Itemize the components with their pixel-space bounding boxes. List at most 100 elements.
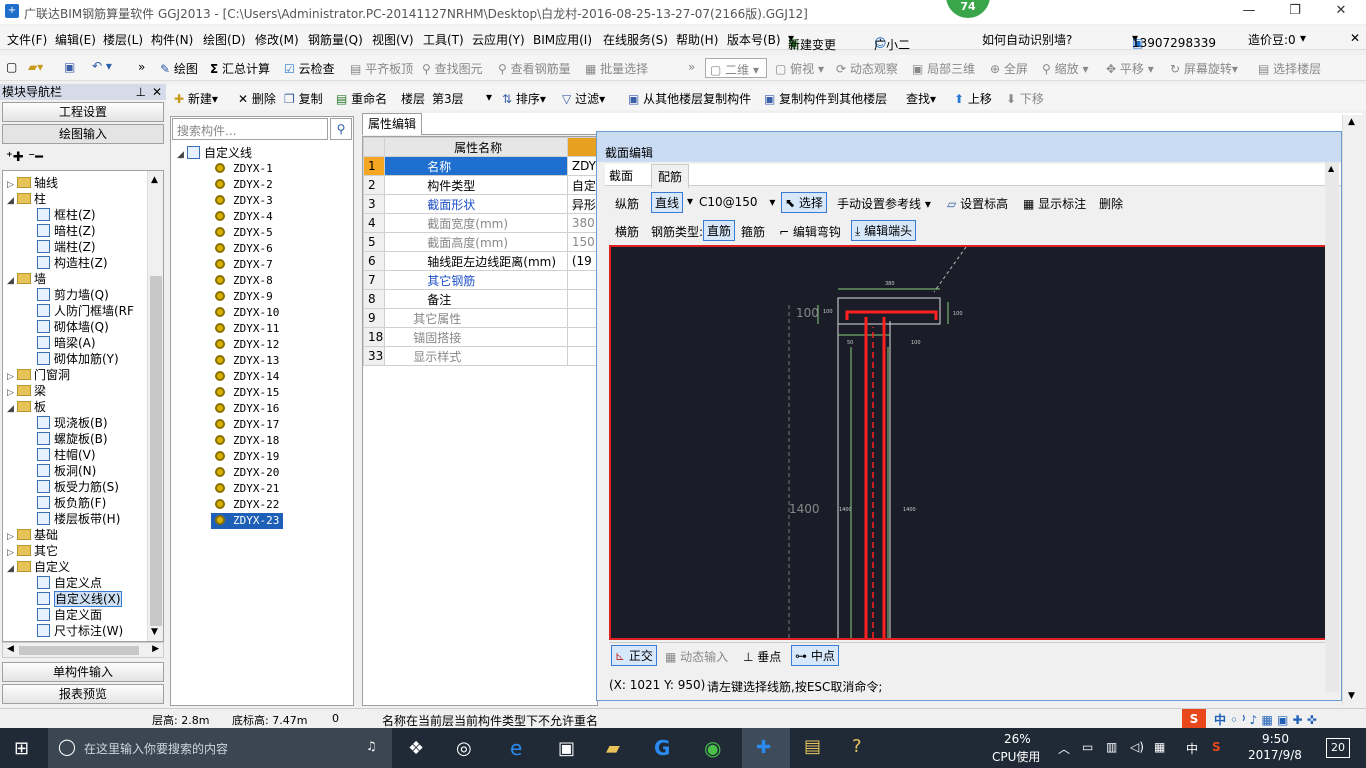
component-item[interactable]: ZDYX-12 (215, 337, 279, 353)
nav-tree-item[interactable]: ▷ 其它 (7, 543, 58, 559)
nav-tree-item[interactable]: 自定义线(X) (37, 591, 122, 607)
dialog-scroll-up-icon[interactable]: ▲ (1328, 164, 1334, 173)
collapse-icon[interactable]: ◢ (7, 193, 17, 209)
component-item[interactable]: ZDYX-18 (215, 433, 279, 449)
glodon-app-icon[interactable]: G (654, 736, 670, 760)
report-preview-button[interactable]: 报表预览 (2, 684, 164, 704)
component-item[interactable]: ZDYX-5 (215, 225, 273, 241)
component-root[interactable]: ◢ 自定义线 (177, 145, 252, 161)
nav-tree-item[interactable]: ▷ 基础 (7, 527, 58, 543)
undo-icon[interactable]: ↶ ▾ (92, 59, 112, 73)
property-row[interactable]: 9 其它属性 (363, 308, 597, 328)
help-app-icon[interactable]: ? (852, 736, 862, 757)
tab-property-edit[interactable]: 属性编辑 (362, 113, 422, 135)
collapse-icon[interactable]: ◢ (177, 147, 187, 163)
property-row[interactable]: 4 截面宽度(mm) 380 (363, 213, 597, 233)
property-value[interactable]: 150 (566, 232, 597, 252)
tray-keyboard-icon[interactable]: ▦ (1154, 740, 1165, 754)
component-search-input[interactable]: 搜索构件... (172, 118, 328, 140)
nav-tree-item[interactable]: ◢ 板 (7, 399, 46, 415)
taskbar-search[interactable]: ◯ 在这里输入你要搜索的内容 ♫ (48, 728, 392, 768)
close-doc-button[interactable]: ✕ (1350, 31, 1360, 45)
view-mode-select[interactable]: ▢ 二维 ▾ (705, 58, 767, 78)
user-account[interactable]: ▣ 13907298339 ▾ (1132, 31, 1216, 50)
find-element-button[interactable]: ⚲ 查找图元 (422, 60, 483, 77)
rotate-button[interactable]: ↻ 屏幕旋转▾ (1170, 60, 1238, 77)
component-item[interactable]: ZDYX-17 (215, 417, 279, 433)
set-elevation-button[interactable]: ▱ 设置标高 (947, 195, 1008, 212)
windows-start-icon[interactable]: ⊞ (14, 738, 29, 759)
nav-tree-item[interactable]: ◢ 自定义 (7, 559, 70, 575)
component-item[interactable]: ZDYX-13 (215, 353, 279, 369)
component-item[interactable]: ZDYX-19 (215, 449, 279, 465)
nav-tree-item[interactable]: ◢ 墙 (7, 271, 46, 287)
scroll-left-icon[interactable]: ◀ (7, 644, 14, 654)
minimize-button[interactable]: — (1226, 0, 1272, 24)
tray-ime[interactable]: 中 (1186, 740, 1198, 757)
pin-icon[interactable]: ⊥ (136, 84, 146, 100)
copy-to-floor-button[interactable]: ▣ 复制构件到其他楼层 (764, 90, 887, 107)
sogou-ime-icon[interactable]: S (1182, 709, 1206, 729)
full-screen-button[interactable]: ⊕ 全屏 (990, 60, 1028, 77)
project-settings-button[interactable]: 工程设置 (2, 102, 164, 122)
nav-tree-scrollbar[interactable]: ▲ ▼ (147, 171, 163, 641)
property-value[interactable]: (19 (566, 251, 597, 271)
show-label-button[interactable]: ▦ 显示标注 (1023, 195, 1086, 212)
copy-from-floor-button[interactable]: ▣ 从其他楼层复制构件 (628, 90, 751, 107)
rename-component-button[interactable]: ▤ 重命名 (336, 90, 387, 107)
menu-edit[interactable]: 编辑(E) (55, 31, 96, 48)
nav-tree-item[interactable]: 砌体加筋(Y) (37, 351, 119, 367)
edit-end-button[interactable]: ⤓ 编辑端头 (851, 220, 917, 241)
dialog-scrollbar[interactable]: ▲ (1325, 162, 1339, 692)
notification-center[interactable]: 20 (1326, 738, 1350, 758)
nav-tree-item[interactable]: 砌体墙(Q) (37, 319, 109, 335)
store-icon[interactable]: ▣ (558, 738, 575, 759)
restore-button[interactable]: ❐ (1272, 0, 1318, 24)
select-floor-button[interactable]: ▤ 选择楼层 (1258, 60, 1321, 77)
hoop-bar-button[interactable]: 箍筋 (741, 223, 765, 240)
rebar-spec-select[interactable]: C10@150 ▾ (699, 195, 775, 209)
copy-component-button[interactable]: ❐ 复制 (284, 90, 323, 107)
delete-component-button[interactable]: ✕ 删除 (238, 90, 276, 107)
edge-browser-icon[interactable]: e (510, 736, 522, 760)
menu-cloud[interactable]: 云应用(Y) (472, 31, 525, 48)
nav-hscroll-thumb[interactable] (19, 646, 139, 655)
search-icon[interactable]: ⚲ (330, 118, 352, 140)
select-tool-button[interactable]: ⬉ 选择 (781, 192, 827, 213)
sum-button[interactable]: Σ 汇总计算 (210, 60, 270, 77)
nav-tree-item[interactable]: 螺旋板(B) (37, 431, 108, 447)
scroll-up-icon[interactable]: ▲ (151, 175, 158, 185)
property-row[interactable]: 33 显示样式 (363, 346, 597, 366)
line-mode-dropdown[interactable]: ▾ (687, 194, 693, 208)
property-value[interactable] (566, 270, 597, 290)
clock-time[interactable]: 9:50 (1262, 732, 1289, 746)
tab-section[interactable]: 截面 (609, 167, 633, 184)
component-item[interactable]: ZDYX-8 (215, 273, 273, 289)
component-item[interactable]: ZDYX-14 (215, 369, 279, 385)
property-value[interactable]: 自定 (566, 175, 597, 195)
find-button[interactable]: 查找▾ (906, 90, 936, 107)
property-value[interactable] (566, 327, 597, 347)
sort-button[interactable]: ⇅ 排序▾ (502, 90, 546, 107)
expand-all-icon[interactable]: ⁺✚ ⁻━ (6, 150, 43, 165)
tray-volume-icon[interactable]: ◁) (1130, 740, 1144, 754)
component-item[interactable]: ZDYX-11 (215, 321, 279, 337)
close-button[interactable]: ✕ (1318, 0, 1364, 24)
component-item[interactable]: ZDYX-3 (215, 193, 273, 209)
straight-bar-button[interactable]: 直筋 (703, 220, 736, 241)
menu-tools[interactable]: 工具(T) (423, 31, 464, 48)
nav-tree-item[interactable]: 尺寸标注(W) (37, 623, 123, 639)
menu-new-change[interactable]: ▣ 新建变更 ▾ (788, 31, 836, 52)
component-item[interactable]: ZDYX-6 (215, 241, 273, 257)
nav-tree-item[interactable]: 现浇板(B) (37, 415, 108, 431)
tray-network-icon[interactable]: ▭ (1082, 740, 1093, 754)
nav-tree-item[interactable]: ▷ 梁 (7, 383, 46, 399)
main-scrollbar[interactable]: ▲ ▼ (1342, 115, 1362, 705)
active-app-tab[interactable]: ✚ (742, 728, 790, 768)
nav-tree-item[interactable]: ▷ 轴线 (7, 175, 58, 191)
nav-tree-item[interactable]: 柱帽(V) (37, 447, 96, 463)
property-value[interactable] (566, 346, 597, 366)
scroll-right-icon[interactable]: ▶ (152, 644, 159, 654)
nav-tree-item[interactable]: 框柱(Z) (37, 207, 96, 223)
midpoint-snap-toggle[interactable]: ⊶ 中点 (791, 645, 839, 666)
